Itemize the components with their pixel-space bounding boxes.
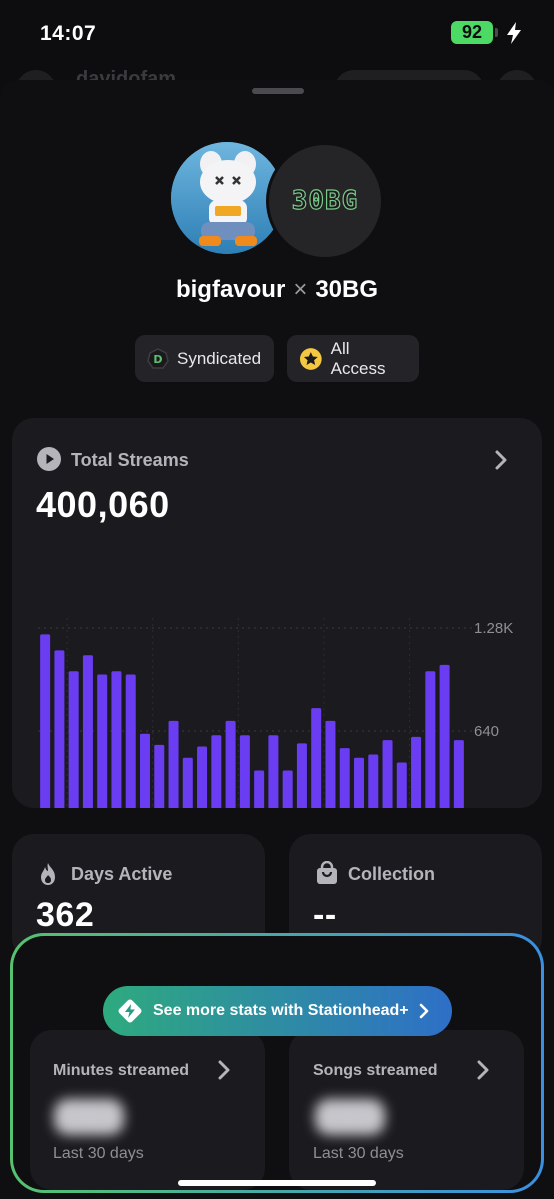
streams-bar[interactable] — [125, 674, 136, 808]
streams-bar[interactable] — [453, 740, 464, 808]
user-name: bigfavour — [175, 276, 286, 303]
streams-bar[interactable] — [339, 748, 350, 808]
streams-bar[interactable] — [40, 634, 51, 808]
minutes-streamed-period: Last 30 days — [53, 1145, 144, 1162]
names-separator: × — [293, 276, 308, 303]
streams-bar[interactable] — [68, 671, 79, 808]
stationhead-plus-label: See more stats with Stationhead+ — [153, 1002, 409, 1019]
battery-indicator: 92 — [451, 21, 493, 44]
streams-bar[interactable] — [239, 735, 250, 808]
songs-streamed-card[interactable]: Songs streamed Last 30 days — [289, 1030, 524, 1190]
all-access-chip[interactable]: All Access — [287, 335, 419, 382]
flame-icon — [41, 863, 55, 885]
collection-title: Collection — [348, 864, 436, 884]
minutes-streamed-card[interactable]: Minutes streamed Last 30 days — [30, 1030, 265, 1190]
charging-bolt-icon — [507, 22, 521, 44]
streams-bar[interactable] — [140, 733, 150, 808]
syndicated-chip[interactable]: D Syndicated — [135, 335, 274, 382]
streams-bar[interactable] — [97, 674, 108, 808]
streams-bar[interactable] — [396, 762, 407, 808]
days-active-title: Days Active — [71, 864, 173, 884]
streams-bar[interactable] — [268, 735, 279, 808]
streams-bar[interactable] — [296, 743, 307, 808]
minutes-streamed-title: Minutes streamed — [53, 1062, 190, 1079]
stats-sheet: 30BG bigfavour × 30BG D Syndicated All Acc… — [0, 80, 554, 1199]
streams-bar[interactable] — [368, 754, 379, 808]
stationhead-plus-button[interactable]: See more stats with Stationhead+ — [103, 986, 452, 1036]
all-access-chip-label: All Access — [330, 338, 386, 378]
chevron-right-icon[interactable] — [217, 1060, 231, 1080]
group-name: 30BG — [315, 276, 379, 303]
streams-bar[interactable] — [254, 770, 265, 808]
streams-bar[interactable] — [411, 736, 422, 808]
syndicated-badge-icon: D — [147, 347, 169, 369]
songs-streamed-title: Songs streamed — [313, 1062, 438, 1079]
streams-bar-chart: 1.28K64012/1912/2512/311/61/12 — [38, 618, 513, 808]
streams-bar[interactable] — [154, 744, 165, 808]
status-time: 14:07 — [40, 22, 97, 45]
streams-bar[interactable] — [225, 720, 236, 808]
collection-value: -- — [313, 896, 337, 934]
songs-streamed-blurred-value — [315, 1099, 385, 1135]
days-active-value: 362 — [36, 896, 95, 934]
star-badge-icon — [299, 347, 322, 370]
chevron-right-icon — [419, 1003, 428, 1019]
group-avatar-label: 30BG — [291, 185, 359, 216]
streams-bar[interactable] — [282, 770, 293, 808]
y-tick-label: 640 — [474, 723, 499, 740]
streams-bar[interactable] — [311, 708, 322, 808]
sheet-drag-handle[interactable] — [252, 88, 304, 94]
streams-bar[interactable] — [82, 655, 93, 808]
profile-names: bigfavour × 30BG — [0, 276, 554, 304]
minutes-streamed-blurred-value — [54, 1099, 124, 1135]
streams-bar[interactable] — [111, 671, 122, 808]
streams-bar[interactable] — [425, 671, 436, 808]
streams-bar[interactable] — [54, 650, 65, 808]
streams-bar[interactable] — [382, 740, 393, 808]
y-tick-label: 1.28K — [474, 620, 513, 637]
chevron-right-icon[interactable] — [476, 1060, 490, 1080]
group-avatar[interactable]: 30BG — [266, 142, 384, 260]
streams-bar[interactable] — [325, 720, 336, 808]
songs-streamed-period: Last 30 days — [313, 1145, 404, 1162]
streams-bar[interactable] — [168, 720, 179, 808]
streams-bar[interactable] — [182, 757, 193, 808]
shopping-bag-icon — [317, 861, 337, 884]
syndicated-chip-label: Syndicated — [177, 348, 262, 368]
svg-text:D: D — [153, 353, 162, 366]
lightning-diamond-icon — [118, 999, 142, 1023]
streams-bar[interactable] — [197, 746, 208, 808]
streams-bar[interactable] — [354, 757, 364, 808]
home-indicator[interactable] — [178, 1180, 376, 1186]
battery-cap — [495, 28, 498, 37]
total-streams-card[interactable]: Total Streams 400,060 1.28K64012/1912/25… — [12, 418, 542, 808]
streams-bar[interactable] — [211, 735, 222, 808]
streams-bar[interactable] — [439, 664, 450, 808]
